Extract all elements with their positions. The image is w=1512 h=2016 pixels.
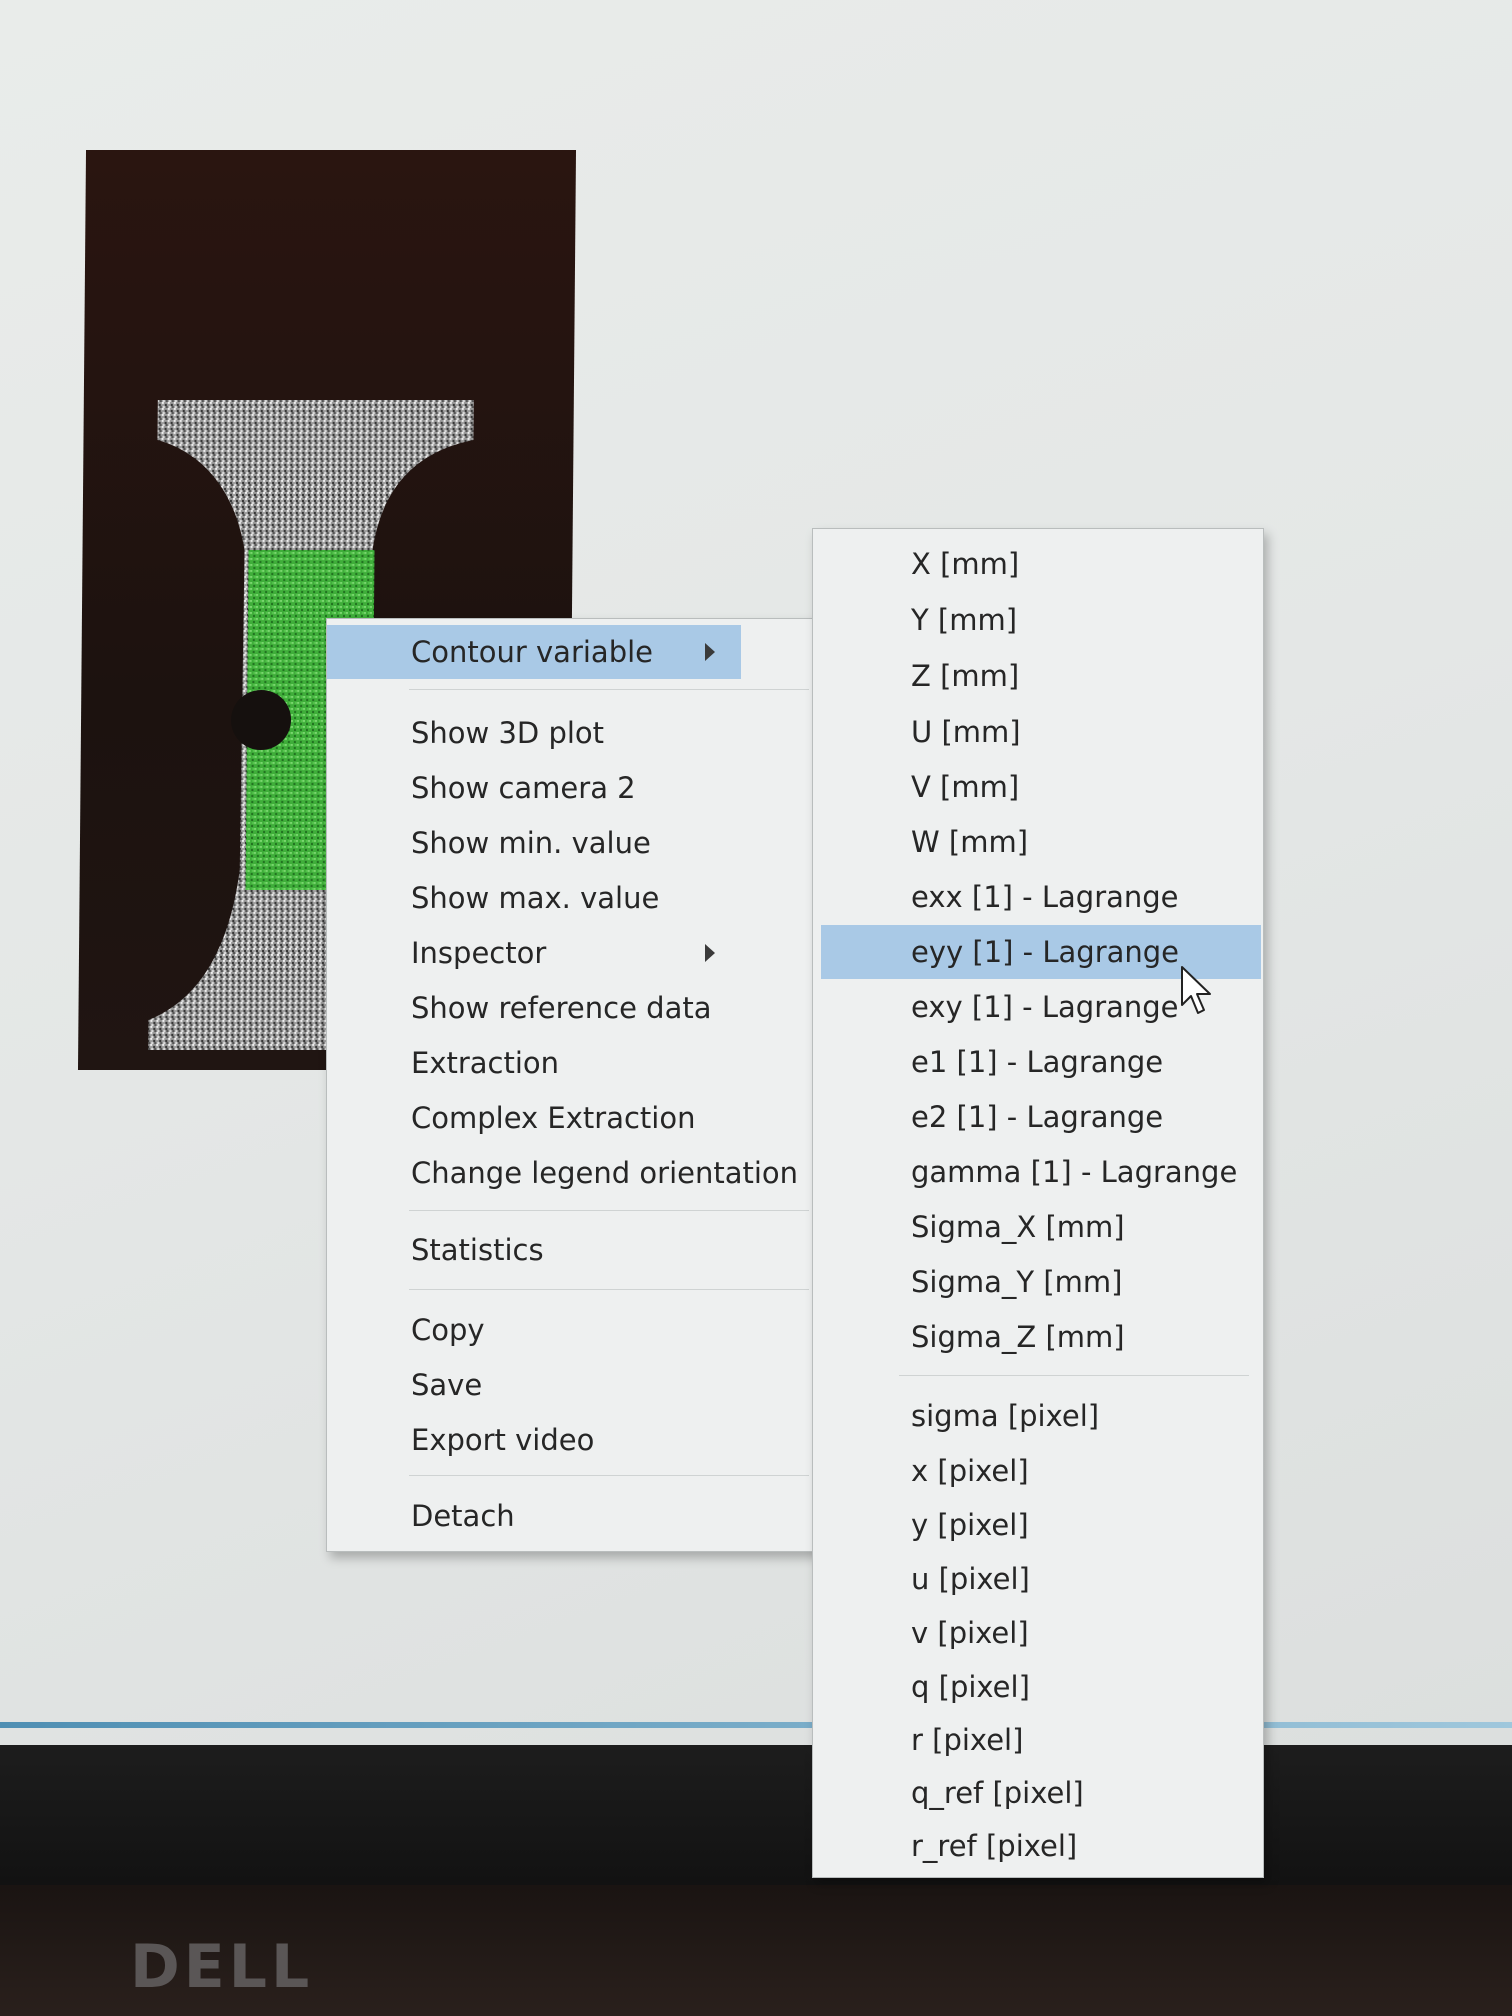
submenu-item-exx-lagrange[interactable]: exx [1] - Lagrange <box>821 870 1261 924</box>
submenu-item-gamma-lagrange[interactable]: gamma [1] - Lagrange <box>821 1145 1261 1199</box>
specimen-hole <box>231 690 292 750</box>
submenu-item-r-pixel[interactable]: r [pixel] <box>821 1713 1261 1767</box>
submenu-item-x-mm[interactable]: X [mm] <box>821 537 1261 591</box>
submenu-item-sigma-z-mm[interactable]: Sigma_Z [mm] <box>821 1310 1261 1364</box>
submenu-item-q-ref-pixel[interactable]: q_ref [pixel] <box>821 1766 1261 1820</box>
submenu-item-sigma-pixel[interactable]: sigma [pixel] <box>821 1389 1261 1443</box>
menu-item-contour-variable[interactable]: Contour variable <box>327 625 741 679</box>
submenu-item-y-mm[interactable]: Y [mm] <box>821 593 1261 647</box>
menu-separator <box>409 689 809 690</box>
menu-item-show-reference-data[interactable]: Show reference data <box>327 981 741 1035</box>
dell-logo: DELL <box>130 1932 314 2002</box>
submenu-item-u-mm[interactable]: U [mm] <box>821 705 1261 759</box>
submenu-item-e2-lagrange[interactable]: e2 [1] - Lagrange <box>821 1090 1261 1144</box>
menu-separator <box>409 1210 809 1211</box>
submenu-item-v-mm[interactable]: V [mm] <box>821 760 1261 814</box>
menu-item-label: Inspector <box>411 936 547 970</box>
mouse-cursor-icon <box>1181 966 1211 1014</box>
submenu-item-sigma-x-mm[interactable]: Sigma_X [mm] <box>821 1200 1261 1254</box>
menu-item-show-min-value[interactable]: Show min. value <box>327 816 741 870</box>
submenu-item-x-pixel[interactable]: x [pixel] <box>821 1444 1261 1498</box>
submenu-item-v-pixel[interactable]: v [pixel] <box>821 1606 1261 1660</box>
menu-item-show-max-value[interactable]: Show max. value <box>327 871 741 925</box>
context-menu: Contour variable Show 3D plot Show camer… <box>326 618 828 1552</box>
submenu-item-r-ref-pixel[interactable]: r_ref [pixel] <box>821 1819 1261 1873</box>
submenu-item-e1-lagrange[interactable]: e1 [1] - Lagrange <box>821 1035 1261 1089</box>
submenu-item-q-pixel[interactable]: q [pixel] <box>821 1660 1261 1714</box>
menu-separator <box>899 1375 1249 1376</box>
submenu-item-z-mm[interactable]: Z [mm] <box>821 649 1261 703</box>
menu-item-copy[interactable]: Copy <box>327 1303 741 1357</box>
menu-item-statistics[interactable]: Statistics <box>327 1223 741 1277</box>
contour-variable-submenu: X [mm] Y [mm] Z [mm] U [mm] V [mm] W [mm… <box>812 528 1264 1878</box>
submenu-item-u-pixel[interactable]: u [pixel] <box>821 1552 1261 1606</box>
window-border <box>0 1722 1512 1728</box>
menu-item-label: Contour variable <box>411 635 653 669</box>
menu-item-export-video[interactable]: Export video <box>327 1413 741 1467</box>
menu-item-show-3d-plot[interactable]: Show 3D plot <box>327 706 741 760</box>
menu-item-complex-extraction[interactable]: Complex Extraction <box>327 1091 741 1145</box>
taskbar <box>0 1745 1512 1885</box>
menu-item-extraction[interactable]: Extraction <box>327 1036 741 1090</box>
submenu-arrow-icon <box>705 643 715 661</box>
submenu-item-y-pixel[interactable]: y [pixel] <box>821 1498 1261 1552</box>
menu-item-change-legend-orientation[interactable]: Change legend orientation <box>327 1146 798 1200</box>
menu-separator <box>409 1475 809 1476</box>
menu-separator <box>409 1289 809 1290</box>
menu-item-show-camera-2[interactable]: Show camera 2 <box>327 761 741 815</box>
menu-item-save[interactable]: Save <box>327 1358 741 1412</box>
submenu-item-w-mm[interactable]: W [mm] <box>821 815 1261 869</box>
menu-item-inspector[interactable]: Inspector <box>327 926 741 980</box>
submenu-arrow-icon <box>705 944 715 962</box>
menu-item-detach[interactable]: Detach <box>327 1489 741 1543</box>
submenu-item-sigma-y-mm[interactable]: Sigma_Y [mm] <box>821 1255 1261 1309</box>
